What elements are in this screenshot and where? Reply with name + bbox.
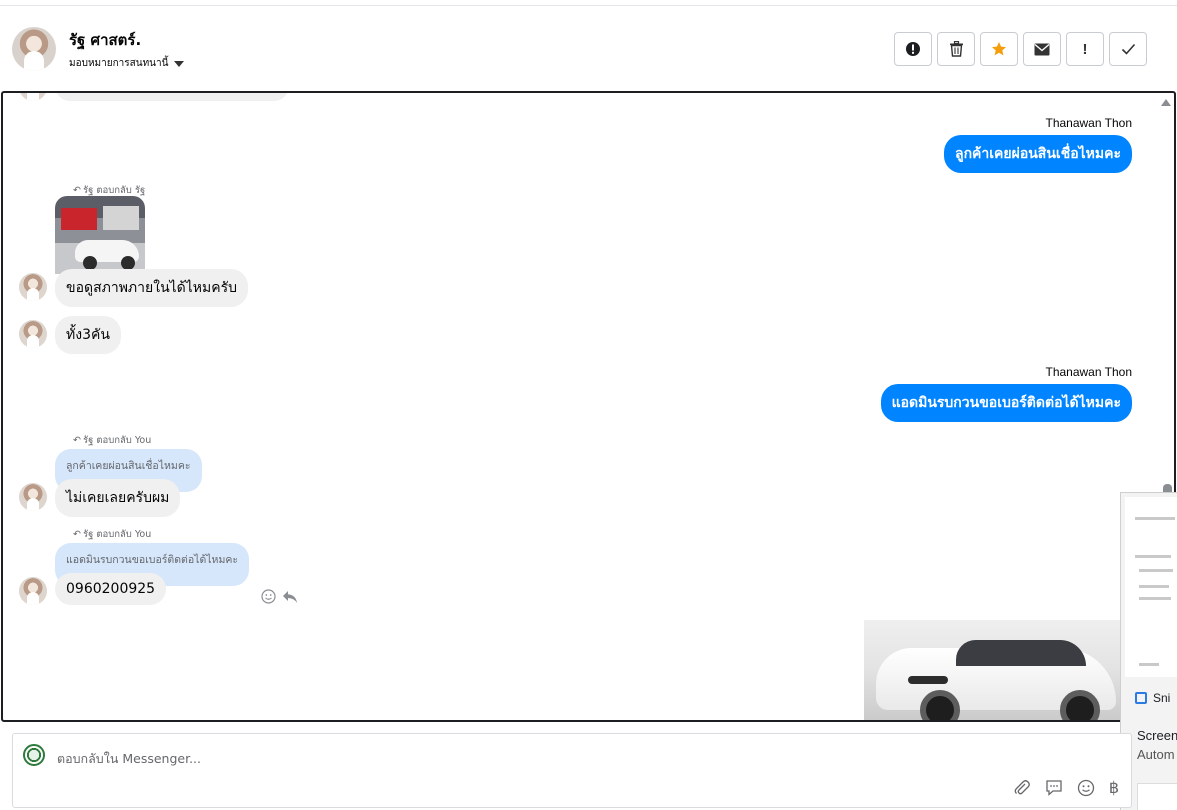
saved-reply-icon[interactable] bbox=[1045, 779, 1063, 796]
contact-avatar-small bbox=[19, 273, 47, 301]
reply-note: ↶ รัฐ ตอบกลับ You bbox=[73, 527, 151, 542]
check-icon bbox=[1121, 43, 1135, 55]
mark-unread-button[interactable] bbox=[1023, 32, 1061, 66]
reply-note-text: รัฐ ตอบกลับ You bbox=[82, 529, 152, 540]
reply-note: ↶ รัฐ ตอบกลับ You bbox=[73, 433, 151, 448]
payment-baht-icon[interactable]: ฿ bbox=[1109, 778, 1119, 797]
sender-name: Thanawan Thon bbox=[1045, 116, 1132, 130]
mark-done-button[interactable] bbox=[1109, 32, 1147, 66]
contact-avatar-small bbox=[19, 93, 47, 101]
star-button[interactable] bbox=[980, 32, 1018, 66]
reply-note-text: รัฐ ตอบกลับ You bbox=[82, 435, 152, 446]
message-thread[interactable]: Thanawan Thon ลูกค้าเคยผ่อนสินเชื่อไหมคะ… bbox=[1, 91, 1176, 722]
header-actions: ! bbox=[894, 32, 1147, 66]
message-composer[interactable]: ตอบกลับใน Messenger... ฿ bbox=[12, 733, 1132, 808]
assign-conversation-dropdown[interactable]: มอบหมายการสนทนานี้ bbox=[69, 56, 185, 71]
attachment-icon[interactable] bbox=[1013, 779, 1031, 797]
contact-avatar-small bbox=[19, 577, 47, 605]
contact-avatar-small bbox=[19, 320, 47, 348]
outgoing-message[interactable]: แอดมินรบกวนขอเบอร์ติดต่อได้ไหมคะ bbox=[880, 384, 1132, 422]
notification-body: Autom bbox=[1137, 747, 1175, 762]
scroll-up-arrow-icon[interactable] bbox=[1161, 99, 1171, 106]
contact-avatar-small bbox=[19, 483, 47, 511]
mail-icon bbox=[1034, 43, 1050, 55]
sender-name: Thanawan Thon bbox=[1045, 365, 1132, 379]
reply-arrow-icon: ↶ bbox=[73, 435, 81, 446]
incoming-message[interactable]: ขอดูสภาพภายในได้ไหมครับ bbox=[55, 269, 249, 307]
follow-up-button[interactable]: ! bbox=[1066, 32, 1104, 66]
delete-button[interactable] bbox=[937, 32, 975, 66]
incoming-message[interactable]: 0960200925 bbox=[55, 573, 167, 605]
reply-arrow-icon: ↶ bbox=[73, 529, 81, 540]
snipping-tool-label: Sni bbox=[1153, 691, 1171, 705]
screenshot-preview bbox=[1125, 497, 1177, 677]
caret-down-icon bbox=[174, 60, 185, 67]
assign-label: มอบหมายการสนทนานี้ bbox=[69, 58, 169, 69]
alert-circle-icon bbox=[906, 42, 920, 56]
contact-avatar[interactable] bbox=[12, 27, 56, 71]
emoji-react-icon[interactable] bbox=[261, 589, 276, 604]
incoming-message[interactable]: ไม่เคยเลยครับผม bbox=[55, 479, 181, 517]
reply-arrow-icon: ↶ bbox=[73, 185, 81, 196]
mark-spam-button[interactable] bbox=[894, 32, 932, 66]
snipping-tool-header: Sni bbox=[1135, 691, 1170, 705]
contact-name[interactable]: รัฐ ศาสตร์. bbox=[69, 28, 141, 52]
exclamation-icon: ! bbox=[1082, 40, 1088, 58]
page-logo-icon bbox=[23, 744, 45, 766]
message-actions bbox=[261, 589, 298, 604]
previous-message-bubble bbox=[55, 93, 289, 101]
car-photo-attachment[interactable] bbox=[864, 620, 1124, 720]
car-listing-image[interactable] bbox=[55, 196, 145, 274]
star-icon bbox=[992, 42, 1006, 56]
reply-icon[interactable] bbox=[282, 590, 298, 604]
composer-tools: ฿ bbox=[1013, 778, 1119, 797]
emoji-icon[interactable] bbox=[1077, 779, 1095, 797]
trash-icon bbox=[949, 41, 963, 57]
notification-title: Screen bbox=[1137, 728, 1177, 743]
incoming-message[interactable]: ทั้ง3คัน bbox=[55, 316, 121, 354]
notification-action[interactable] bbox=[1137, 783, 1177, 810]
conversation-header: รัฐ ศาสตร์. มอบหมายการสนทนานี้ ! bbox=[0, 6, 1177, 90]
snipping-tool-icon bbox=[1135, 692, 1147, 704]
outgoing-message[interactable]: ลูกค้าเคยผ่อนสินเชื่อไหมคะ bbox=[943, 135, 1132, 173]
reply-input-placeholder[interactable]: ตอบกลับใน Messenger... bbox=[57, 749, 201, 769]
